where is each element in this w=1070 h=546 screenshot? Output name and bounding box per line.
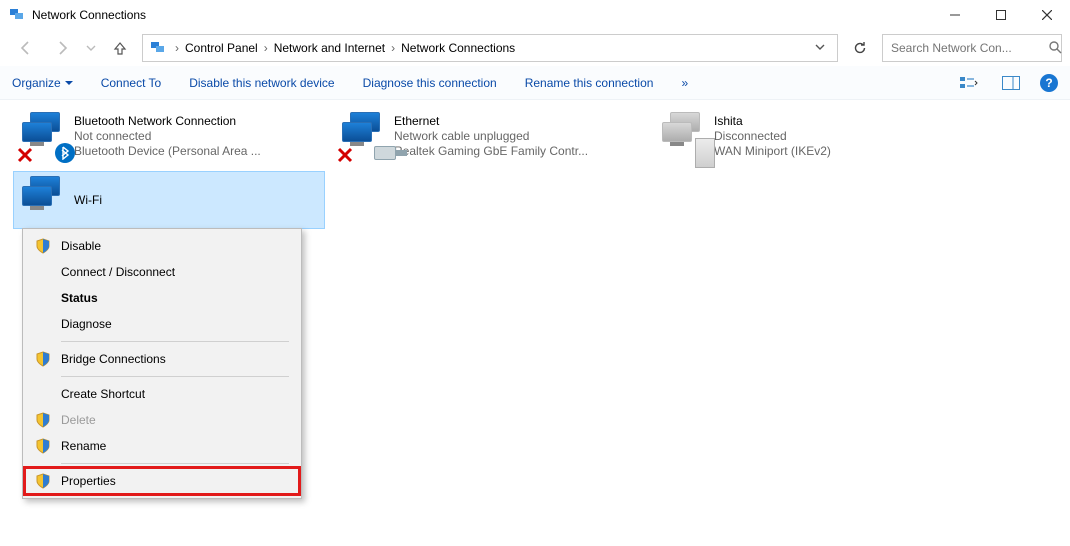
- titlebar: Network Connections: [0, 0, 1070, 30]
- menu-item-label: Delete: [61, 413, 289, 427]
- address-bar: › Control Panel › Network and Internet ›…: [0, 30, 1070, 66]
- context-menu: Disable Connect / Disconnect Status Diag…: [22, 228, 302, 499]
- menu-properties[interactable]: Properties: [25, 468, 299, 494]
- search-input[interactable]: [889, 40, 1048, 56]
- breadcrumb-item[interactable]: Network and Internet: [274, 41, 385, 55]
- connection-title: Wi-Fi: [74, 193, 320, 207]
- view-options-button[interactable]: [956, 72, 982, 94]
- connection-icon: [658, 110, 714, 162]
- menu-connect-disconnect[interactable]: Connect / Disconnect: [25, 259, 299, 285]
- menu-item-label: Diagnose: [61, 317, 289, 331]
- nav-back-button[interactable]: [12, 34, 40, 62]
- connection-tile-vpn[interactable]: Ishita Disconnected WAN Miniport (IKEv2): [654, 108, 964, 164]
- ethernet-icon: [374, 142, 396, 164]
- close-button[interactable]: [1024, 0, 1070, 30]
- refresh-button[interactable]: [846, 34, 874, 62]
- minimize-button[interactable]: [932, 0, 978, 30]
- chevron-right-icon: ›: [260, 41, 272, 55]
- network-connections-icon: [149, 39, 167, 57]
- organize-label: Organize: [12, 76, 61, 90]
- menu-item-label: Status: [61, 291, 289, 305]
- connection-icon: [18, 174, 74, 226]
- menu-item-label: Connect / Disconnect: [61, 265, 289, 279]
- menu-rename[interactable]: Rename: [25, 433, 299, 459]
- connection-title: Ethernet: [394, 114, 640, 128]
- organize-menu[interactable]: Organize: [12, 76, 73, 90]
- preview-pane-button[interactable]: [998, 72, 1024, 94]
- connection-icon: [338, 110, 394, 162]
- connection-icon: [18, 110, 74, 162]
- menu-separator: [61, 341, 289, 342]
- connection-title: Bluetooth Network Connection: [74, 114, 320, 128]
- menu-item-label: Properties: [61, 474, 289, 488]
- shield-icon: [33, 236, 53, 256]
- menu-status[interactable]: Status: [25, 285, 299, 311]
- menu-item-label: Bridge Connections: [61, 352, 289, 366]
- connection-detail: Bluetooth Device (Personal Area ...: [74, 144, 320, 158]
- menu-item-label: Create Shortcut: [61, 387, 289, 401]
- shield-icon: [33, 349, 53, 369]
- nav-recent-dropdown[interactable]: [84, 34, 98, 62]
- breadcrumb-history-dropdown[interactable]: [809, 41, 831, 55]
- connection-tile-ethernet[interactable]: Ethernet Network cable unplugged Realtek…: [334, 108, 644, 164]
- window-title: Network Connections: [32, 8, 146, 22]
- connections-area: Bluetooth Network Connection Not connect…: [0, 100, 1070, 120]
- breadcrumb-item[interactable]: Network Connections: [401, 41, 515, 55]
- network-connections-icon: [8, 6, 26, 24]
- maximize-button[interactable]: [978, 0, 1024, 30]
- connection-detail: WAN Miniport (IKEv2): [714, 144, 960, 158]
- connection-title: Ishita: [714, 114, 960, 128]
- connection-status: Disconnected: [714, 129, 960, 143]
- menu-separator: [61, 463, 289, 464]
- menu-disable[interactable]: Disable: [25, 233, 299, 259]
- connection-status: Network cable unplugged: [394, 129, 640, 143]
- breadcrumb-item[interactable]: Control Panel: [185, 41, 258, 55]
- connection-tile-wifi[interactable]: Wi-Fi: [14, 172, 324, 228]
- server-tower-icon: [694, 142, 716, 164]
- nav-up-button[interactable]: [106, 34, 134, 62]
- menu-item-label: Rename: [61, 439, 289, 453]
- shield-icon: [33, 471, 53, 491]
- nav-forward-button[interactable]: [48, 34, 76, 62]
- error-x-icon: [336, 146, 354, 164]
- disable-device-button[interactable]: Disable this network device: [189, 76, 334, 90]
- menu-separator: [61, 376, 289, 377]
- menu-create-shortcut[interactable]: Create Shortcut: [25, 381, 299, 407]
- help-button[interactable]: ?: [1040, 74, 1058, 92]
- menu-diagnose[interactable]: Diagnose: [25, 311, 299, 337]
- menu-bridge-connections[interactable]: Bridge Connections: [25, 346, 299, 372]
- menu-item-label: Disable: [61, 239, 289, 253]
- chevron-right-icon: ›: [171, 41, 183, 55]
- toolbar-overflow[interactable]: »: [681, 76, 688, 90]
- command-bar: Organize Connect To Disable this network…: [0, 66, 1070, 100]
- shield-icon: [33, 436, 53, 456]
- bluetooth-icon: [54, 142, 76, 164]
- search-icon[interactable]: [1048, 40, 1062, 57]
- error-x-icon: [16, 146, 34, 164]
- search-box[interactable]: [882, 34, 1062, 62]
- connection-detail: Realtek Gaming GbE Family Contr...: [394, 144, 640, 158]
- connection-tile-bluetooth[interactable]: Bluetooth Network Connection Not connect…: [14, 108, 324, 164]
- chevron-right-icon: ›: [387, 41, 399, 55]
- connect-to-button[interactable]: Connect To: [101, 76, 162, 90]
- shield-icon: [33, 410, 53, 430]
- menu-delete: Delete: [25, 407, 299, 433]
- breadcrumb[interactable]: › Control Panel › Network and Internet ›…: [142, 34, 838, 62]
- connection-status: Not connected: [74, 129, 320, 143]
- diagnose-connection-button[interactable]: Diagnose this connection: [363, 76, 497, 90]
- rename-connection-button[interactable]: Rename this connection: [525, 76, 654, 90]
